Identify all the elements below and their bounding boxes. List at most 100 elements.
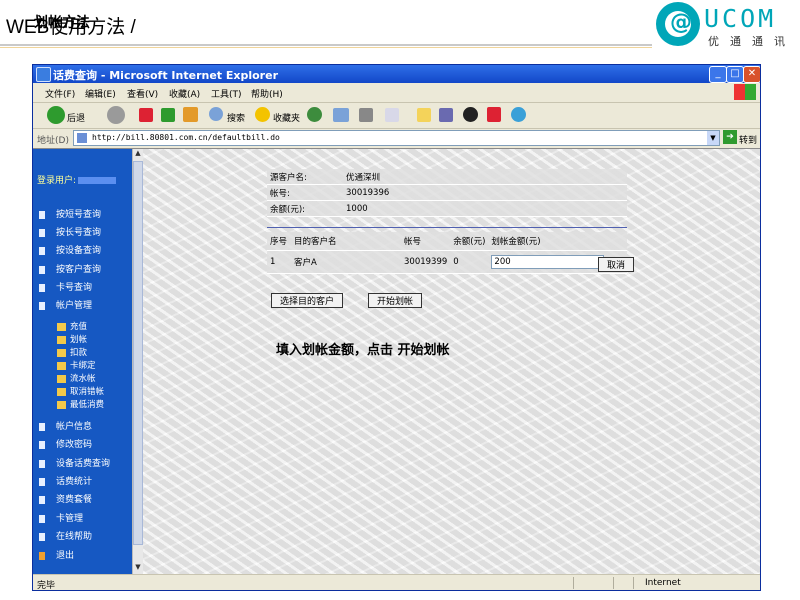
sidebar-item-account-mgmt[interactable]: 帐户管理 (39, 298, 92, 311)
sidebar-item-card[interactable]: 卡号查询 (39, 280, 92, 293)
row-account: 30019399 (401, 250, 451, 274)
sidebar-sub-card-bind[interactable]: 卡绑定 (57, 359, 96, 371)
sidebar-item-logout[interactable]: 退出 (39, 548, 74, 561)
history-icon[interactable] (307, 107, 322, 122)
logout-icon (39, 551, 45, 560)
sidebar-sub-cancel-error[interactable]: 取消错帐 (57, 385, 104, 397)
address-input[interactable]: http://bill.80801.com.cn/defaultbill.do … (73, 130, 720, 146)
scroll-up-icon[interactable]: ▲ (133, 149, 143, 159)
row-customer-name: 客户A (291, 250, 401, 274)
sidebar-item-label: 退出 (56, 551, 75, 561)
col-header: 序号 (267, 232, 291, 251)
sidebar-sub-label: 流水帐 (70, 374, 96, 384)
messenger-icon[interactable] (511, 107, 526, 122)
sidebar-item-plans[interactable]: 资费套餐 (39, 492, 92, 505)
sidebar-scrollbar[interactable]: ▲ ▼ (132, 149, 143, 574)
source-label: 余额(元): (267, 200, 343, 217)
sidebar-sub-deduct[interactable]: 扣款 (57, 346, 87, 358)
sidebar-item-fee-stats[interactable]: 话费统计 (39, 474, 92, 487)
sidebar-item-label: 设备话费查询 (56, 459, 111, 469)
sidebar-item-account-info[interactable]: 帐户信息 (39, 419, 92, 432)
instruction-text: 填入划帐金额，点击 开始划帐 (276, 343, 450, 358)
sidebar-sub-transfer[interactable]: 划帐 (57, 333, 87, 345)
folder-icon (57, 361, 66, 370)
page-icon (77, 133, 87, 143)
mail-icon[interactable] (333, 108, 349, 122)
cancel-button[interactable]: 取消 (598, 257, 635, 272)
folder-icon (57, 374, 66, 383)
sidebar-item-card-mgmt[interactable]: 卡管理 (39, 511, 83, 524)
sidebar-item-help[interactable]: 在线帮助 (39, 529, 92, 542)
back-label[interactable]: 后退 (67, 111, 85, 124)
sidebar-item-long-number[interactable]: 按长号查询 (39, 225, 101, 238)
sidebar: 登录用户: 按短号查询 按长号查询 按设备查询 按客户查询 卡号查询 帐户管理 … (33, 149, 132, 574)
close-button[interactable]: ✕ (743, 66, 760, 83)
status-divider (573, 577, 574, 589)
row-index: 1 (267, 250, 291, 274)
sidebar-item-device[interactable]: 按设备查询 (39, 243, 101, 256)
toolbar-app-icon[interactable] (487, 107, 501, 122)
sidebar-item-short-number[interactable]: 按短号查询 (39, 207, 101, 220)
search-label[interactable]: 搜索 (227, 111, 245, 124)
sidebar-sub-ledger[interactable]: 流水帐 (57, 372, 96, 384)
favorites-star-icon[interactable] (255, 107, 270, 122)
scrollbar-thumb[interactable] (133, 161, 143, 545)
doc-icon (39, 265, 45, 274)
menu-favorites[interactable]: 收藏(A) (169, 87, 200, 100)
sidebar-sub-min-consumption[interactable]: 最低消费 (57, 398, 104, 410)
main-content: 源客户名: 优通深圳 帐号: 30019396 余额(元): 1000 序号 目… (143, 149, 760, 574)
sidebar-item-customer[interactable]: 按客户查询 (39, 262, 101, 275)
doc-icon (39, 422, 45, 431)
sidebar-item-change-password[interactable]: 修改密码 (39, 437, 92, 450)
address-url[interactable]: http://bill.80801.com.cn/defaultbill.do (92, 133, 280, 142)
menu-tools[interactable]: 工具(T) (211, 87, 242, 100)
address-label: 地址(D) (37, 136, 69, 146)
login-user: 登录用户: (37, 173, 117, 186)
select-target-customer-button[interactable]: 选择目的客户 (271, 293, 344, 308)
source-label: 帐号: (267, 184, 343, 201)
forward-arrow-icon[interactable] (107, 106, 125, 124)
slide-subtitle: 划帐方法 (34, 14, 90, 30)
notes-icon[interactable] (417, 108, 431, 122)
windows-logo-icon (734, 84, 756, 100)
go-button[interactable]: 转到 (739, 133, 757, 146)
edit-icon[interactable] (385, 108, 399, 122)
logo-brand: UCOM (704, 4, 777, 33)
sidebar-sub-recharge[interactable]: 充值 (57, 320, 87, 332)
menu-view[interactable]: 查看(V) (127, 87, 158, 100)
menu-file[interactable]: 文件(F) (45, 87, 75, 100)
favorites-label[interactable]: 收藏夹 (273, 111, 300, 124)
home-icon[interactable] (183, 107, 198, 122)
stop-icon[interactable] (139, 108, 153, 122)
menu-edit[interactable]: 编辑(E) (85, 87, 116, 100)
sidebar-sub-label: 取消错帐 (70, 387, 105, 397)
sidebar-item-label: 卡号查询 (56, 283, 93, 293)
qq-icon[interactable] (463, 107, 478, 122)
sidebar-item-label: 按长号查询 (56, 228, 102, 238)
doc-icon (39, 228, 45, 237)
sidebar-item-device-fee[interactable]: 设备话费查询 (39, 456, 110, 469)
scroll-down-icon[interactable]: ▼ (133, 563, 143, 573)
status-divider (633, 577, 634, 589)
refresh-icon[interactable] (161, 108, 175, 122)
start-transfer-button[interactable]: 开始划帐 (368, 293, 423, 308)
ucom-logo: @ UCOM 优通通讯 (656, 2, 796, 50)
transfer-amount-input[interactable] (491, 255, 605, 269)
search-icon[interactable] (209, 107, 223, 121)
doc-icon (39, 514, 45, 523)
source-value: 优通深圳 (343, 169, 627, 185)
sidebar-item-label: 按客户查询 (56, 265, 102, 275)
minimize-button[interactable]: _ (709, 66, 727, 83)
doc-icon (39, 477, 45, 486)
go-arrow-icon[interactable]: ➔ (723, 130, 737, 144)
print-icon[interactable] (359, 108, 373, 122)
col-header: 帐号 (401, 232, 451, 251)
menu-help[interactable]: 帮助(H) (251, 87, 283, 100)
maximize-button[interactable]: □ (726, 66, 744, 83)
research-icon[interactable] (439, 108, 453, 122)
sidebar-item-label: 资费套餐 (56, 495, 93, 505)
table-row: 1 客户A 30019399 0 (267, 250, 627, 274)
chevron-down-icon[interactable]: ▼ (707, 131, 719, 145)
doc-icon (39, 532, 45, 541)
back-arrow-icon[interactable] (47, 106, 65, 124)
